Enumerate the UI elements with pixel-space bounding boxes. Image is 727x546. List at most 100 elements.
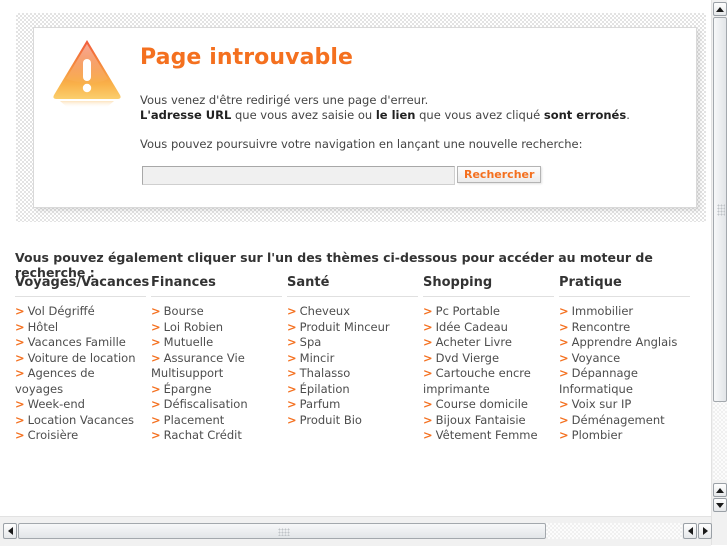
theme-link-label: Voix sur IP	[571, 397, 632, 411]
theme-link[interactable]: > Vol Dégriffé	[15, 304, 150, 320]
scroll-up-button-bottom[interactable]	[713, 483, 727, 497]
search-input[interactable]	[142, 166, 455, 185]
theme-link-label: Vêtement Femme	[435, 428, 538, 442]
chevron-right-icon: >	[287, 335, 297, 349]
theme-link[interactable]: > Plombier	[559, 428, 694, 444]
theme-column-finances: Finances > Bourse > Loi Robien > Mutuelle >…	[151, 275, 286, 444]
theme-link[interactable]: > Croisière	[15, 428, 150, 444]
theme-link[interactable]: > Idée Cadeau	[423, 320, 558, 336]
chevron-right-icon: >	[423, 397, 433, 411]
theme-link-label: Épilation	[299, 381, 350, 396]
chevron-right-icon: >	[287, 319, 297, 334]
theme-link[interactable]: > Déménagement	[559, 413, 694, 429]
theme-link[interactable]: > Location Vacances	[15, 413, 150, 429]
theme-link[interactable]: > Agences de voyages	[15, 366, 150, 397]
theme-link[interactable]: > Immobilier	[559, 304, 694, 320]
theme-link-label: Défiscalisation	[163, 397, 248, 411]
theme-link[interactable]: > Placement	[151, 413, 286, 429]
theme-link-label: Produit Minceur	[299, 319, 390, 334]
theme-link-label: Thalasso	[299, 366, 351, 380]
theme-link[interactable]: > Acheter Livre	[423, 335, 558, 351]
theme-link[interactable]: > Course domicile	[423, 397, 558, 413]
vertical-scrollbar[interactable]	[711, 0, 727, 545]
chevron-right-icon: >	[559, 366, 569, 380]
chevron-right-icon: >	[423, 366, 433, 380]
theme-link[interactable]: > Dvd Vierge	[423, 351, 558, 367]
theme-link[interactable]: > Vêtement Femme	[423, 428, 558, 444]
vertical-scroll-thumb[interactable]	[713, 17, 727, 402]
theme-link[interactable]: > Hôtel	[15, 320, 150, 336]
theme-link[interactable]: > Pc Portable	[423, 304, 558, 320]
theme-link[interactable]: > Parfum	[287, 397, 422, 413]
chevron-right-icon: >	[559, 335, 569, 349]
theme-link-label: Plombier	[571, 428, 623, 442]
theme-link-label: Hôtel	[27, 319, 59, 334]
theme-link[interactable]: > Défiscalisation	[151, 397, 286, 413]
chevron-right-icon: >	[151, 304, 161, 318]
theme-link-label: Mincir	[299, 350, 335, 365]
theme-link-label: Week-end	[27, 397, 85, 411]
theme-link[interactable]: > Loi Robien	[151, 320, 286, 336]
triangle-down-icon	[716, 502, 724, 508]
horizontal-scrollbar[interactable]	[0, 516, 712, 546]
theme-link[interactable]: > Épilation	[287, 382, 422, 398]
theme-link[interactable]: > Assurance Vie Multisupport	[151, 351, 286, 382]
chevron-right-icon: >	[151, 335, 161, 349]
theme-link[interactable]: > Produit Minceur	[287, 320, 422, 336]
theme-link[interactable]: > Apprendre Anglais	[559, 335, 694, 351]
chevron-right-icon: >	[559, 428, 569, 442]
triangle-left-icon	[7, 527, 13, 535]
chevron-right-icon: >	[287, 412, 297, 427]
scroll-down-button[interactable]	[713, 498, 727, 512]
scroll-thumb-grip	[717, 204, 725, 216]
theme-link[interactable]: > Spa	[287, 335, 422, 351]
theme-link[interactable]: > Mutuelle	[151, 335, 286, 351]
theme-link[interactable]: > Vacances Famille	[15, 335, 150, 351]
column-title: Pratique	[559, 275, 622, 290]
theme-link[interactable]: > Produit Bio	[287, 413, 422, 429]
theme-link-label: Dépannage Informatique	[559, 366, 638, 396]
theme-link[interactable]: > Cartouche encre imprimante	[423, 366, 558, 397]
theme-link[interactable]: > Bourse	[151, 304, 286, 320]
theme-link[interactable]: > Thalasso	[287, 366, 422, 382]
scroll-right-button[interactable]	[698, 523, 712, 539]
column-divider	[287, 296, 418, 297]
column-divider	[15, 296, 146, 297]
chevron-right-icon: >	[15, 366, 25, 380]
theme-link-label: Vacances Famille	[27, 335, 126, 349]
theme-link[interactable]: > Mincir	[287, 351, 422, 367]
theme-link[interactable]: > Rachat Crédit	[151, 428, 286, 444]
theme-link-label: Croisière	[27, 428, 79, 442]
theme-link[interactable]: > Dépannage Informatique	[559, 366, 694, 397]
theme-link[interactable]: > Week-end	[15, 397, 150, 413]
scroll-left-button[interactable]	[3, 523, 17, 539]
theme-link[interactable]: > Voyance	[559, 351, 694, 367]
theme-link[interactable]: > Épargne	[151, 382, 286, 398]
horizontal-scroll-thumb[interactable]	[18, 523, 546, 539]
theme-link-label: Dvd Vierge	[435, 350, 500, 365]
chevron-right-icon: >	[423, 335, 433, 349]
search-button[interactable]: Rechercher	[457, 166, 542, 183]
theme-link-label: Assurance Vie Multisupport	[151, 350, 245, 381]
theme-link-label: Bijoux Fantaisie	[435, 412, 526, 427]
chevron-right-icon: >	[559, 397, 569, 411]
column-title: Santé	[287, 275, 330, 290]
chevron-right-icon: >	[287, 350, 297, 365]
scroll-left-button-right[interactable]	[683, 523, 697, 539]
scroll-up-button[interactable]	[713, 2, 727, 16]
chevron-right-icon: >	[15, 319, 25, 334]
theme-link[interactable]: > Bijoux Fantaisie	[423, 413, 558, 429]
theme-link-label: Voyance	[571, 350, 621, 365]
column-title: Shopping	[423, 275, 493, 290]
error-line-1: Vous venez d'être redirigé vers une page…	[140, 93, 429, 107]
chevron-right-icon: >	[15, 397, 25, 411]
theme-link[interactable]: > Voix sur IP	[559, 397, 694, 413]
theme-link[interactable]: > Rencontre	[559, 320, 694, 336]
chevron-right-icon: >	[423, 350, 433, 365]
theme-link-label: Pc Portable	[435, 304, 500, 318]
theme-link[interactable]: > Voiture de location	[15, 351, 150, 367]
chevron-right-icon: >	[559, 350, 569, 365]
theme-column-pratique: Pratique > Immobilier > Rencontre > Apprend…	[559, 275, 694, 444]
column-links: > Vol Dégriffé > Hôtel > Vacances Famille >…	[15, 304, 150, 444]
theme-link[interactable]: > Cheveux	[287, 304, 422, 320]
